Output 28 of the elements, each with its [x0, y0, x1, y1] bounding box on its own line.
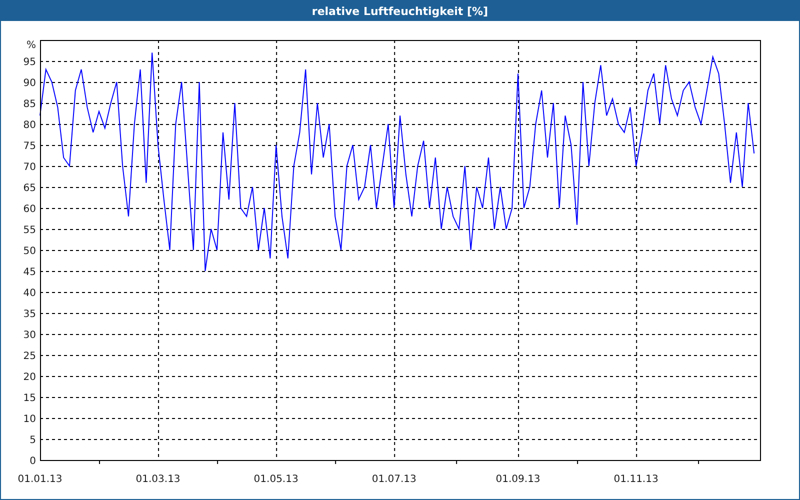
y-tick-label: 85 [23, 99, 36, 110]
y-tick-label: 20 [23, 372, 36, 383]
y-tick-label: 50 [23, 246, 36, 257]
y-tick-label: 80 [23, 120, 36, 131]
x-tick-label: 01.07.13 [372, 474, 416, 485]
y-tick-label: 95 [23, 57, 36, 68]
x-tick-label: 01.11.13 [614, 474, 658, 485]
y-tick-label: 70 [23, 162, 36, 173]
y-tick-label: 15 [23, 393, 36, 404]
y-tick-label: 0 [30, 456, 36, 467]
chart-title: relative Luftfeuchtigkeit [%] [312, 4, 488, 18]
y-tick-label: 5 [30, 435, 36, 446]
y-tick-label: 60 [23, 204, 36, 215]
x-tick-label: 01.03.13 [136, 474, 180, 485]
y-tick-label: 30 [23, 330, 36, 341]
y-tick-label: 45 [23, 267, 36, 278]
x-tick-label: 01.05.13 [254, 474, 298, 485]
y-tick-label: 55 [23, 225, 36, 236]
y-tick-label: 65 [23, 183, 36, 194]
y-tick-label: 10 [23, 414, 36, 425]
y-tick-label: 35 [23, 309, 36, 320]
x-tick-label: 01.09.13 [496, 474, 540, 485]
x-tick-label: 01.01.13 [18, 474, 62, 485]
y-tick-label: 75 [23, 141, 36, 152]
y-tick-label: 40 [23, 288, 36, 299]
y-tick-label: 90 [23, 78, 36, 89]
y-tick-label: 25 [23, 351, 36, 362]
y-axis-label: % [26, 40, 36, 51]
